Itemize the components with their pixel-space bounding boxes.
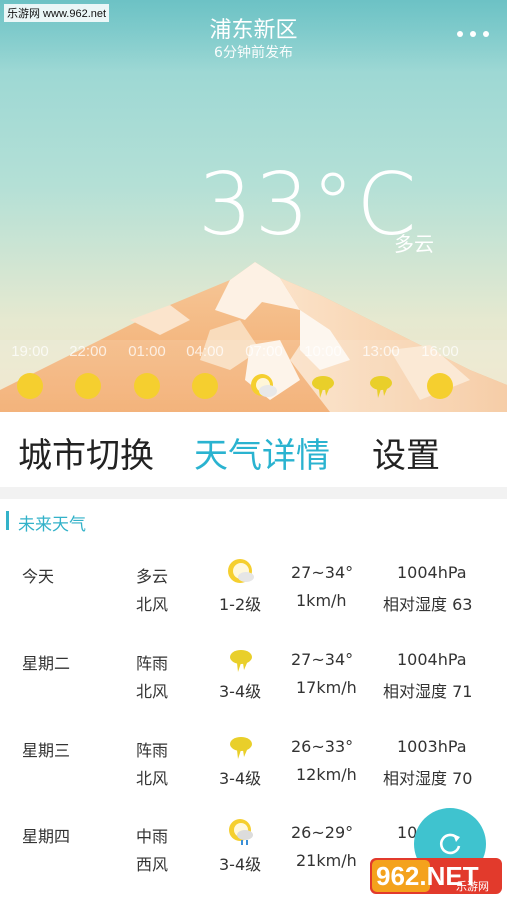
tab-city-switch[interactable]: 城市切换	[18, 428, 154, 477]
forecast-condition: 阵雨	[136, 741, 169, 760]
forecast-day: 星期三	[22, 741, 71, 760]
forecast-humidity: 相对湿度 70	[383, 769, 473, 788]
forecast-wind-speed: 12km/h	[296, 765, 357, 784]
section-divider	[0, 487, 507, 499]
shower-icon	[230, 737, 252, 759]
partly-cloudy-icon	[251, 374, 277, 397]
forecast-row: 星期二 阵雨 北风 3-4级 27~34° 17km/h 1004hPa 相对湿…	[0, 642, 507, 722]
hour-label: 01:00	[128, 343, 166, 360]
forecast-condition: 中雨	[136, 827, 169, 846]
tab-settings[interactable]: 设置	[372, 428, 440, 477]
partly-cloudy-icon	[228, 559, 254, 583]
publish-time: 6分钟前发布	[214, 45, 293, 61]
forecast-condition: 多云	[136, 567, 169, 586]
hour-label: 19:00	[11, 343, 49, 360]
forecast-wind-level: 3-4级	[219, 682, 262, 701]
forecast-condition: 阵雨	[136, 654, 169, 673]
sun-icon	[134, 373, 160, 399]
hour-label: 04:00	[186, 343, 224, 360]
forecast-pressure: 1004hPa	[397, 563, 467, 582]
forecast-temp-range: 27~34°	[291, 563, 354, 582]
forecast-wind-direction: 北风	[136, 769, 169, 788]
hour-label: 10:00	[304, 343, 342, 360]
sun-icon	[427, 373, 453, 399]
forecast-wind-level: 3-4级	[219, 855, 262, 874]
forecast-temp-range: 26~33°	[291, 737, 354, 756]
tab-weather-details[interactable]: 天气详情	[194, 428, 330, 477]
forecast-day: 星期四	[22, 827, 71, 846]
forecast-wind-level: 1-2级	[219, 595, 262, 614]
forecast-wind-speed: 1km/h	[296, 591, 347, 610]
section-accent-bar	[6, 511, 9, 530]
logo-subtext: 乐游网	[456, 880, 489, 893]
forecast-wind-speed: 21km/h	[296, 851, 357, 870]
forecast-wind-level: 3-4级	[219, 769, 262, 788]
hour-label: 07:00	[245, 343, 283, 360]
sun-icon	[192, 373, 218, 399]
forecast-day: 今天	[22, 567, 55, 586]
rain-icon	[229, 819, 253, 845]
current-temperature: 33°C	[198, 155, 419, 255]
forecast-humidity: 相对湿度 71	[383, 682, 473, 701]
forecast-wind-speed: 17km/h	[296, 678, 357, 697]
shower-icon	[312, 376, 334, 398]
sun-icon	[17, 373, 43, 399]
forecast-row: 今天 多云 北风 1-2级 27~34° 1km/h 1004hPa 相对湿度 …	[0, 555, 507, 635]
forecast-humidity: 相对湿度 63	[383, 595, 473, 614]
forecast-row: 星期三 阵雨 北风 3-4级 26~33° 12km/h 1003hPa 相对湿…	[0, 729, 507, 809]
hour-label: 22:00	[69, 343, 107, 360]
city-name[interactable]: 浦东新区	[0, 12, 507, 44]
hour-label: 13:00	[362, 343, 400, 360]
forecast-temp-range: 27~34°	[291, 650, 354, 669]
forecast-pressure: 1003hPa	[397, 737, 467, 756]
forecast-wind-direction: 北风	[136, 682, 169, 701]
forecast-day: 星期二	[22, 654, 71, 673]
shower-icon	[370, 376, 392, 398]
forecast-pressure: 1004hPa	[397, 650, 467, 669]
current-condition: 多云	[394, 232, 434, 256]
shower-icon	[230, 650, 252, 672]
forecast-title: 未来天气	[18, 515, 86, 535]
hour-label: 16:00	[421, 343, 459, 360]
forecast-wind-direction: 北风	[136, 595, 169, 614]
forecast-wind-direction: 西风	[136, 855, 169, 874]
site-logo: 962.NET 乐游网	[370, 858, 502, 894]
forecast-temp-range: 26~29°	[291, 823, 354, 842]
more-menu-icon[interactable]	[457, 24, 489, 44]
sun-icon	[75, 373, 101, 399]
